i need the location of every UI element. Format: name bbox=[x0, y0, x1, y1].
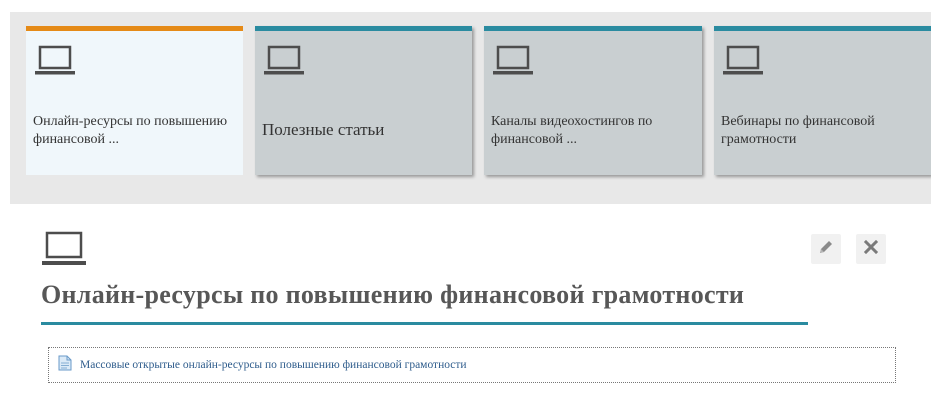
page-title: Онлайн-ресурсы по повышению финансовой г… bbox=[41, 280, 745, 309]
tile-label: Каналы видеохостингов по финансовой ... bbox=[491, 114, 653, 147]
document-icon bbox=[58, 355, 72, 376]
tile-label: Вебинары по финансовой грамотности bbox=[721, 114, 875, 147]
laptop-icon bbox=[263, 45, 305, 82]
laptop-icon bbox=[492, 45, 534, 82]
resource-item: Массовые открытые онлайн-ресурсы по повы… bbox=[48, 347, 896, 383]
resource-link[interactable]: Массовые открытые онлайн-ресурсы по повы… bbox=[80, 359, 467, 371]
tile-webinars[interactable]: Вебинары по финансовой грамотности bbox=[714, 26, 931, 175]
tile-online-resources[interactable]: Онлайн-ресурсы по повышению финансовой .… bbox=[26, 26, 243, 175]
edit-button[interactable] bbox=[811, 234, 841, 264]
laptop-icon bbox=[722, 45, 764, 82]
close-icon bbox=[863, 239, 879, 259]
laptop-icon bbox=[41, 231, 87, 272]
title-underline bbox=[41, 322, 808, 325]
tile-video-channels[interactable]: Каналы видеохостингов по финансовой ... bbox=[484, 26, 702, 175]
close-button[interactable] bbox=[856, 234, 886, 264]
tile-label: Онлайн-ресурсы по повышению финансовой .… bbox=[33, 114, 228, 147]
tile-useful-articles[interactable]: Полезные статьи bbox=[255, 26, 472, 175]
laptop-icon bbox=[34, 45, 76, 82]
tile-label: Полезные статьи bbox=[262, 120, 385, 139]
content-panel: Онлайн-ресурсы по повышению финансовой г… bbox=[10, 204, 931, 410]
pencil-icon bbox=[818, 239, 834, 260]
